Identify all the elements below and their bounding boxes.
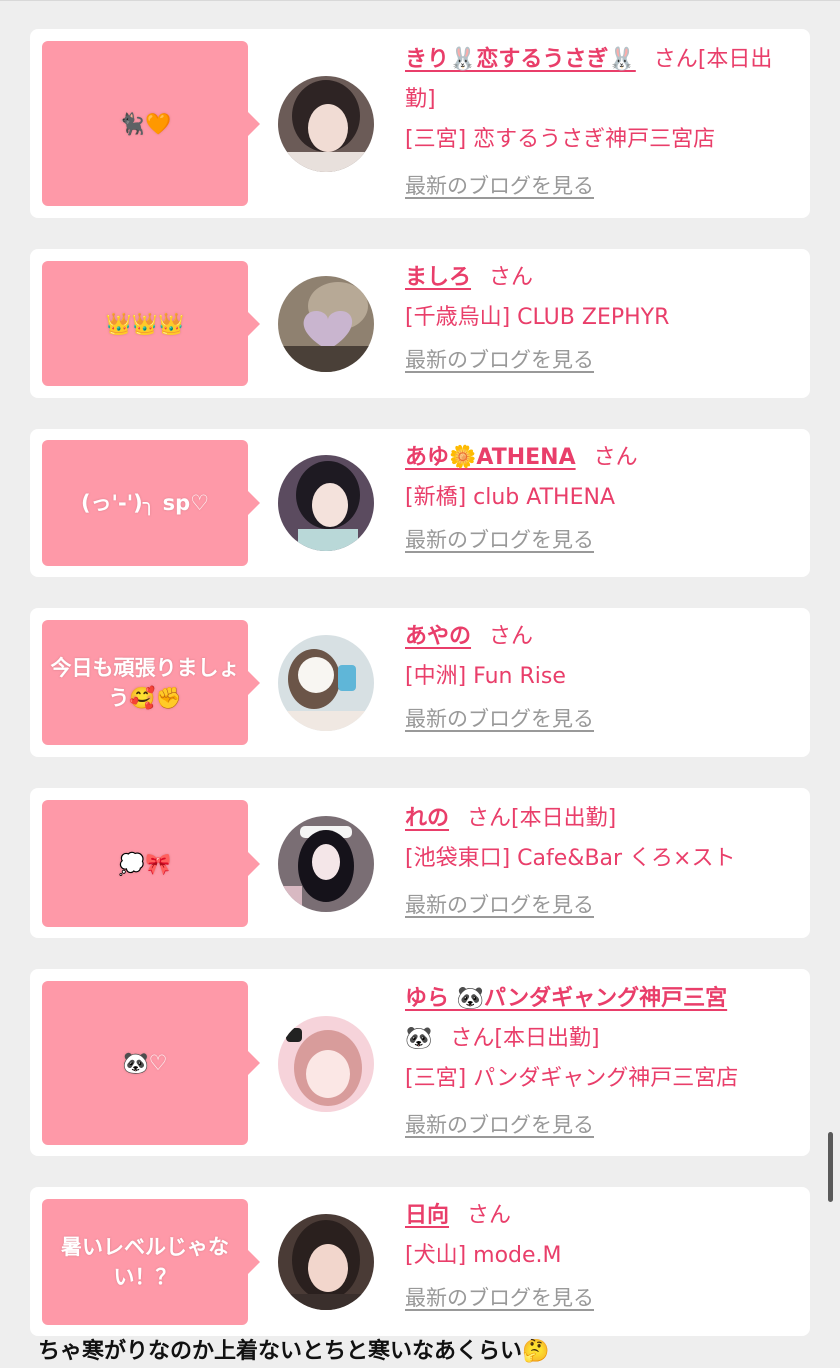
- shop-name: [犬山] mode.M: [405, 1243, 562, 1268]
- avatar[interactable]: [278, 276, 374, 372]
- avatar[interactable]: [278, 1214, 374, 1310]
- honorific: さん: [467, 1203, 512, 1228]
- avatar-image: [278, 76, 374, 172]
- shop-name: [池袋東口] Cafe&Bar くろ×スト: [405, 846, 736, 871]
- comment-text: 🐼♡: [122, 1051, 168, 1075]
- latest-blog-link[interactable]: 最新のブログを見る: [405, 699, 800, 739]
- avatar[interactable]: [278, 76, 374, 172]
- cast-name-link-tail[interactable]: 🐼: [405, 1026, 432, 1051]
- honorific: さん: [467, 806, 512, 831]
- cast-info: れの さん[本日出勤] [池袋東口] Cafe&Bar くろ×スト 最新のブログを…: [405, 799, 800, 925]
- cast-name-link[interactable]: ましろ: [405, 265, 471, 290]
- comment-bubble: 今日も頑張りましょう🥰✊: [42, 620, 260, 745]
- shop-name: [三宮] パンダギャング神戸三宮店: [405, 1066, 739, 1091]
- top-divider: [0, 0, 840, 1]
- cast-info: 日向 さん [犬山] mode.M 最新のブログを見る: [405, 1196, 800, 1318]
- honorific: さん: [593, 445, 638, 470]
- comment-bubble: 🐈‍⬛🧡: [42, 41, 260, 206]
- latest-blog-link[interactable]: 最新のブログを見る: [405, 166, 800, 206]
- honorific: さん: [653, 47, 698, 72]
- avatar[interactable]: [278, 455, 374, 551]
- comment-text: 🐈‍⬛🧡: [118, 111, 172, 136]
- avatar[interactable]: [278, 635, 374, 731]
- blog-card: (っ'-')╮ sp♡ あゆ🌼ATHENA さん [新橋] club ATHENA…: [30, 429, 810, 577]
- comment-bubble: 💭🎀: [42, 800, 260, 927]
- avatar[interactable]: [278, 816, 374, 912]
- shop-name: [新橋] club ATHENA: [405, 485, 615, 510]
- avatar-image: [278, 276, 374, 372]
- latest-blog-link[interactable]: 最新のブログを見る: [405, 1278, 800, 1318]
- cast-info: あゆ🌼ATHENA さん [新橋] club ATHENA 最新のブログを見る: [405, 438, 800, 560]
- attendance-status: [本日出勤]: [494, 1026, 600, 1051]
- blog-card: 今日も頑張りましょう🥰✊ あやの さん [中洲] Fun Rise 最新のブログを…: [30, 608, 810, 757]
- comment-text: (っ'-')╮ sp♡: [80, 491, 210, 515]
- latest-blog-link[interactable]: 最新のブログを見る: [405, 340, 800, 380]
- avatar-image: [278, 816, 374, 912]
- scrollbar[interactable]: [828, 1132, 833, 1202]
- blog-card: 👑👑👑 ましろ さん [千歳烏山] CLUB ZEPHYR 最新のブログを見る: [30, 249, 810, 398]
- comment-text: 今日も頑張りましょう🥰✊: [50, 655, 240, 710]
- honorific: さん: [489, 624, 534, 649]
- latest-blog-link[interactable]: 最新のブログを見る: [405, 885, 800, 925]
- comment-bubble: 暑いレベルじゃない！？: [42, 1199, 260, 1325]
- blog-card: 暑いレベルじゃない！？ 日向 さん [犬山] mode.M 最新のブログを見る: [30, 1187, 810, 1336]
- cast-info: ゆら 🐼パンダギャング神戸三宮 🐼 さん[本日出勤] [三宮] パンダギャング神戸…: [405, 979, 800, 1145]
- latest-blog-link[interactable]: 最新のブログを見る: [405, 520, 800, 560]
- blog-card: 🐼♡ ゆら 🐼パンダギャング神戸三宮 🐼 さん[本日出勤] [三宮] パンダギャン…: [30, 969, 810, 1156]
- blog-card: 💭🎀 れの さん[本日出勤] [池袋東口] Cafe&Bar くろ×スト 最新のブ…: [30, 788, 810, 938]
- shop-name: [千歳烏山] CLUB ZEPHYR: [405, 305, 670, 330]
- attendance-status: [本日出勤]: [511, 806, 617, 831]
- avatar-image: [278, 1016, 374, 1112]
- shop-name: [三宮] 恋するうさぎ神戸三宮店: [405, 127, 716, 152]
- comment-text: 👑👑👑: [105, 311, 185, 336]
- avatar-image: [278, 455, 374, 551]
- next-post-text: ちゃ寒がりなのか上着ないとちと寒いなあくらい🤔: [38, 1339, 550, 1364]
- honorific: さん: [450, 1026, 495, 1051]
- latest-blog-link[interactable]: 最新のブログを見る: [405, 1105, 800, 1145]
- avatar-image: [278, 635, 374, 731]
- cast-name-link[interactable]: きり🐰恋するうさぎ🐰: [405, 47, 636, 72]
- blog-card: 🐈‍⬛🧡 きり🐰恋するうさぎ🐰 さん[本日出勤] [三宮] 恋するうさぎ神戸三宮店…: [30, 29, 810, 218]
- comment-text: 暑いレベルじゃない！？: [61, 1235, 229, 1289]
- shop-name: [中洲] Fun Rise: [405, 664, 566, 689]
- comment-text: 💭🎀: [118, 851, 172, 876]
- cast-name-link[interactable]: ゆら 🐼パンダギャング神戸三宮: [405, 986, 727, 1011]
- comment-bubble: 🐼♡: [42, 981, 260, 1145]
- avatar[interactable]: [278, 1016, 374, 1112]
- cast-info: あやの さん [中洲] Fun Rise 最新のブログを見る: [405, 617, 800, 739]
- honorific: さん: [489, 265, 534, 290]
- comment-bubble: (っ'-')╮ sp♡: [42, 440, 260, 566]
- cast-name-link[interactable]: 日向: [405, 1203, 449, 1228]
- cast-name-link[interactable]: あゆ🌼ATHENA: [405, 445, 576, 470]
- cast-info: ましろ さん [千歳烏山] CLUB ZEPHYR 最新のブログを見る: [405, 258, 800, 380]
- cast-name-link[interactable]: れの: [405, 806, 449, 831]
- comment-bubble: 👑👑👑: [42, 261, 260, 386]
- avatar-image: [278, 1214, 374, 1310]
- cast-name-link[interactable]: あやの: [405, 624, 471, 649]
- cast-info: きり🐰恋するうさぎ🐰 さん[本日出勤] [三宮] 恋するうさぎ神戸三宮店 最新のブ…: [405, 40, 800, 206]
